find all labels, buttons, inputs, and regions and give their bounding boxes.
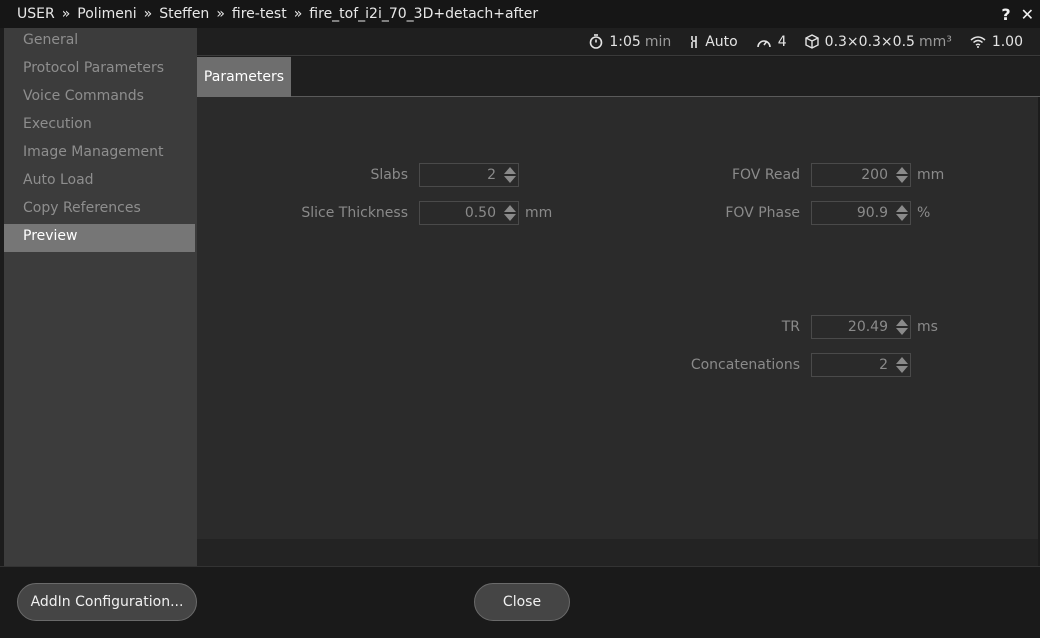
slice-thickness-unit: mm (525, 205, 553, 221)
fov-phase-label: FOV Phase (725, 205, 800, 221)
sidebar-item-copy-references[interactable]: Copy References (4, 196, 197, 224)
sidebar-item-protocol-parameters[interactable]: Protocol Parameters (4, 56, 197, 84)
snr-indicator: 1.00 (970, 34, 1023, 50)
breadcrumb-protocol: fire_tof_i2i_70_3D+detach+after (309, 6, 539, 22)
speed-value: 4 (777, 33, 787, 50)
fov-phase-increment[interactable] (896, 205, 908, 212)
concatenations-stepper (894, 354, 910, 376)
concatenations-increment[interactable] (896, 357, 908, 364)
speed-indicator: 4 (756, 34, 787, 50)
tab-parameters[interactable]: Parameters (197, 57, 291, 97)
resolution-unit: mm³ (918, 33, 952, 50)
title-actions: ? ✕ (1001, 0, 1034, 28)
fov-phase-unit: % (917, 205, 931, 221)
sidebar: General Protocol Parameters Voice Comman… (0, 28, 197, 566)
sidebar-item-auto-load[interactable]: Auto Load (4, 168, 197, 196)
close-button[interactable]: Close (474, 583, 570, 621)
help-icon[interactable]: ? (1001, 5, 1010, 24)
signal-icon (970, 36, 986, 48)
slice-thickness-increment[interactable] (504, 205, 516, 212)
breadcrumb-separator: » (143, 6, 153, 22)
dialog-footer: AddIn Configuration... Close (0, 566, 1040, 638)
scan-time-value: 1:05 (609, 33, 641, 50)
slabs-increment[interactable] (504, 167, 516, 174)
fov-read-label: FOV Read (731, 167, 800, 183)
fov-phase-input[interactable] (812, 202, 894, 224)
fov-read-spinbox (811, 163, 911, 187)
fov-read-increment[interactable] (896, 167, 908, 174)
concatenations-label: Concatenations (690, 357, 800, 373)
tr-unit: ms (917, 319, 938, 335)
status-bar: 1:05 min Auto 4 0.3×0.3×0.5 mm³ 1.00 (197, 28, 1040, 56)
mode-icon (691, 35, 698, 48)
slabs-decrement[interactable] (504, 176, 516, 183)
fov-read-input[interactable] (812, 164, 894, 186)
scan-time: 1:05 min (589, 34, 671, 50)
concatenations-decrement[interactable] (896, 366, 908, 373)
slabs-label: Slabs (370, 167, 408, 183)
slice-thickness-label: Slice Thickness (301, 205, 408, 221)
stopwatch-icon (590, 34, 603, 49)
breadcrumb-user: USER (17, 6, 55, 22)
slice-thickness-input[interactable] (420, 202, 502, 224)
mode-value: Auto (705, 33, 738, 50)
slabs-stepper (502, 164, 518, 186)
breadcrumb-separator: » (293, 6, 303, 22)
tab-bar: Parameters (197, 57, 1040, 97)
slabs-spinbox (419, 163, 519, 187)
breadcrumb-fire-test: fire-test (231, 6, 287, 22)
sidebar-item-image-management[interactable]: Image Management (4, 140, 197, 168)
fov-read-unit: mm (917, 167, 945, 183)
mode-indicator: Auto (689, 34, 738, 50)
fov-phase-stepper (894, 202, 910, 224)
sidebar-item-preview[interactable]: Preview (4, 224, 195, 252)
slice-thickness-decrement[interactable] (504, 214, 516, 221)
tr-label: TR (781, 319, 800, 335)
sidebar-item-voice-commands[interactable]: Voice Commands (4, 84, 197, 112)
breadcrumb-polimeni: Polimeni (77, 6, 137, 22)
fov-phase-spinbox (811, 201, 911, 225)
gauge-icon (756, 39, 771, 47)
slice-thickness-stepper (502, 202, 518, 224)
tr-spinbox (811, 315, 911, 339)
parameters-panel: Slabs Slice Thickness mm FOV Read mm FOV… (197, 97, 1038, 539)
scan-time-unit: min (644, 33, 672, 50)
snr-value: 1.00 (991, 33, 1023, 50)
breadcrumb-steffen: Steffen (159, 6, 210, 22)
cube-icon (804, 34, 819, 49)
tr-input[interactable] (812, 316, 894, 338)
sidebar-item-execution[interactable]: Execution (4, 112, 197, 140)
breadcrumb-separator: » (216, 6, 225, 22)
fov-read-decrement[interactable] (896, 176, 908, 183)
addin-configuration-button[interactable]: AddIn Configuration... (17, 583, 197, 621)
concatenations-spinbox (811, 353, 911, 377)
fov-phase-decrement[interactable] (896, 214, 908, 221)
content-footer-strip (197, 539, 1038, 566)
slice-thickness-spinbox (419, 201, 519, 225)
resolution-value: 0.3×0.3×0.5 (824, 33, 915, 50)
resolution-indicator: 0.3×0.3×0.5 mm³ (804, 33, 952, 50)
title-bar: USER » Polimeni » Steffen » fire-test » … (0, 0, 1040, 28)
slabs-input[interactable] (420, 164, 502, 186)
concatenations-input[interactable] (812, 354, 894, 376)
tr-increment[interactable] (896, 319, 908, 326)
tr-decrement[interactable] (896, 328, 908, 335)
fov-read-stepper (894, 164, 910, 186)
sidebar-item-general[interactable]: General (4, 28, 197, 56)
close-icon[interactable]: ✕ (1021, 5, 1034, 24)
breadcrumb-separator: » (61, 6, 71, 22)
tr-stepper (894, 316, 910, 338)
